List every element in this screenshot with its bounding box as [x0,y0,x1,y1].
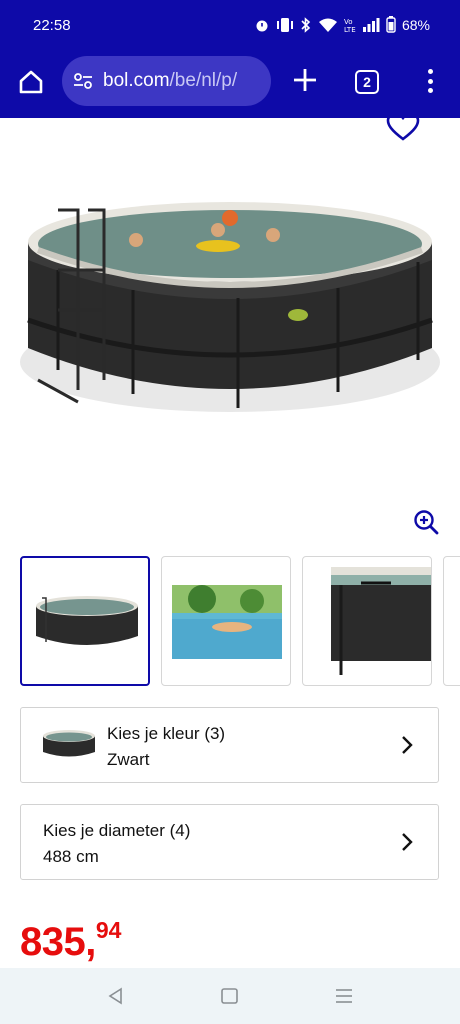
color-swatch-image [43,730,95,757]
back-icon[interactable] [105,986,127,1006]
price-cents: 94 [95,917,122,943]
menu-dot [427,78,433,84]
status-bar: 22:58 Vo LTE 68% [0,0,460,52]
home-icon [19,70,43,94]
diameter-selector-title: Kies je diameter (4) [43,821,191,840]
menu-dot [427,88,433,93]
alarm-icon [256,20,268,31]
diameter-selector-value: 488 cm [43,847,99,866]
recents-icon[interactable] [333,986,355,1006]
more-menu-button[interactable] [420,66,440,96]
svg-text:Vo: Vo [344,18,353,26]
tabs-button[interactable]: 2 [355,70,379,94]
price-main: 835, [20,920,96,964]
vibrate-icon [276,17,293,32]
wifi-icon [318,18,337,32]
chevron-right-icon [402,833,413,851]
diameter-selector[interactable]: Kies je diameter (4) 488 cm [20,804,439,880]
plus-icon [294,69,316,91]
svg-text:LTE: LTE [344,26,356,33]
wishlist-heart-button[interactable] [386,112,420,142]
color-selector-title: Kies je kleur (3) [107,724,226,743]
zoom-in-button[interactable] [412,508,440,536]
color-selector[interactable]: Kies je kleur (3) Zwart [20,707,439,783]
battery-icon [386,16,396,33]
thumbnail-1[interactable] [20,556,150,686]
browser-toolbar: bol.com/be/nl/p/ 2 [0,52,460,118]
product-main-image[interactable] [18,180,442,430]
new-tab-button[interactable] [290,65,320,95]
menu-dot [427,69,433,74]
url-path: /be/nl/p/ [169,70,238,91]
status-icons: Vo LTE 68% [254,16,430,33]
url-host: bol.com [103,70,170,91]
url-text: bol.com/be/nl/p/ [103,70,237,92]
volte-icon: VoLTE [344,18,356,33]
signal-icon [362,17,380,32]
system-navigation-bar [0,968,460,1024]
thumbnail-2[interactable] [161,556,291,686]
bluetooth-icon [301,16,311,33]
color-selector-value: Zwart [107,750,150,769]
tab-count: 2 [363,74,371,90]
image-thumbnail-strip [20,556,460,686]
thumbnail-3[interactable] [302,556,432,686]
home-button[interactable] [14,65,48,99]
thumbnail-4[interactable] [443,556,460,686]
product-price: 835,94 [20,917,122,965]
status-time: 22:58 [33,17,71,34]
chevron-right-icon [402,736,413,754]
url-bar[interactable]: bol.com/be/nl/p/ [62,56,271,106]
home-nav-icon[interactable] [219,986,241,1006]
site-settings-icon[interactable] [72,70,94,92]
battery-percent: 68% [401,16,430,33]
